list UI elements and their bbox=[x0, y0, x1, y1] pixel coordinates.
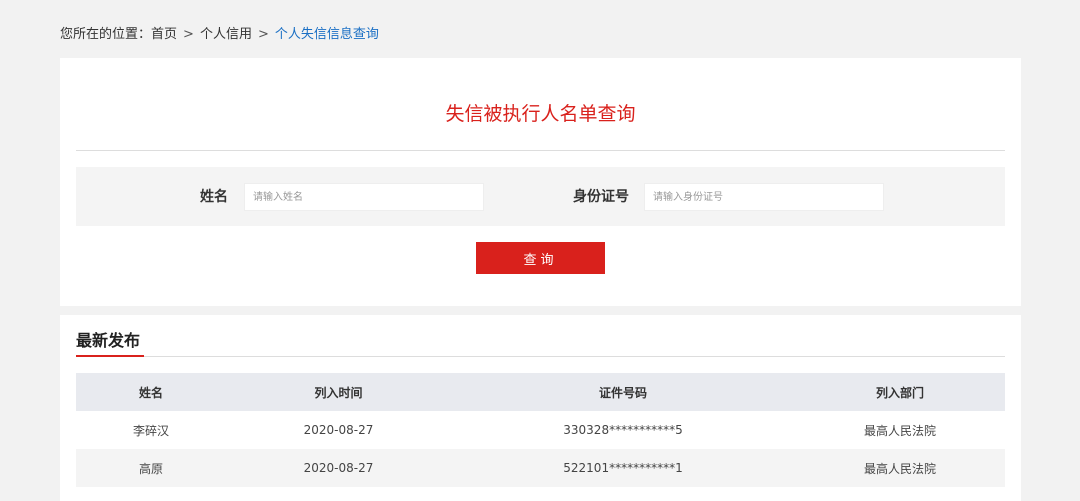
query-panel: 失信被执行人名单查询 姓名 身份证号 查询 bbox=[60, 58, 1021, 306]
table-row[interactable]: 高原 2020-08-27 522101***********1 最高人民法院 bbox=[76, 449, 1005, 487]
breadcrumb-current: 个人失信信息查询 bbox=[274, 27, 379, 42]
cell-date: 2020-08-27 bbox=[303, 423, 374, 437]
id-number-label: 身份证号 bbox=[573, 189, 629, 205]
cell-department: 最高人民法院 bbox=[863, 461, 936, 476]
table-row[interactable]: 李碎汉 2020-08-27 330328***********5 最高人民法院 bbox=[76, 411, 1005, 449]
query-button[interactable]: 查询 bbox=[476, 242, 605, 274]
query-form: 姓名 身份证号 bbox=[76, 167, 1005, 226]
column-header-name: 姓名 bbox=[138, 385, 163, 400]
name-label: 姓名 bbox=[200, 189, 228, 205]
section-title-underline bbox=[76, 355, 144, 357]
latest-release-table: 姓名 列入时间 证件号码 列入部门 李碎汉 2020-08-27 330328*… bbox=[76, 373, 1005, 487]
breadcrumb-separator: > bbox=[257, 27, 269, 42]
latest-release-panel: 最新发布 姓名 列入时间 证件号码 列入部门 李碎汉 2020-08-27 33… bbox=[60, 315, 1021, 501]
cell-date: 2020-08-27 bbox=[303, 461, 374, 475]
section-title: 最新发布 bbox=[76, 331, 141, 350]
query-title: 失信被执行人名单查询 bbox=[445, 103, 636, 125]
cell-name: 高原 bbox=[138, 461, 163, 476]
cell-id-number: 522101***********1 bbox=[563, 461, 683, 475]
id-number-input[interactable] bbox=[644, 183, 884, 211]
cell-department: 最高人民法院 bbox=[863, 423, 936, 438]
column-header-date: 列入时间 bbox=[314, 385, 363, 400]
cell-id-number: 330328***********5 bbox=[563, 423, 683, 437]
column-header-department: 列入部门 bbox=[875, 385, 924, 400]
breadcrumb-home-link[interactable]: 首页 bbox=[151, 27, 177, 42]
cell-name: 李碎汉 bbox=[132, 423, 169, 438]
breadcrumb-prefix: 您所在的位置： bbox=[60, 27, 152, 42]
name-input[interactable] bbox=[244, 183, 484, 211]
breadcrumb-separator: > bbox=[183, 27, 194, 42]
title-divider bbox=[76, 150, 1005, 151]
breadcrumb: 您所在的位置：首页 > 个人信用 > 个人失信信息查询 bbox=[60, 26, 379, 44]
section-divider bbox=[144, 356, 1005, 357]
table-header-row: 姓名 列入时间 证件号码 列入部门 bbox=[76, 373, 1005, 411]
breadcrumb-personal-credit-link[interactable]: 个人信用 bbox=[200, 27, 252, 42]
column-header-id-number: 证件号码 bbox=[598, 385, 647, 400]
